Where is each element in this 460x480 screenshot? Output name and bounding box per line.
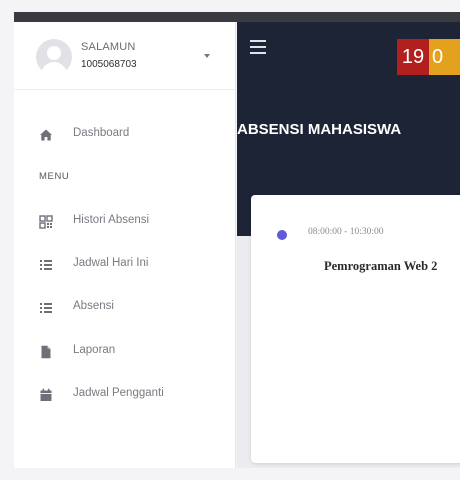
avatar[interactable] [36,39,72,75]
home-icon [40,129,52,141]
user-id: 1005068703 [81,59,137,70]
avatar-head-shape [47,46,61,60]
clock-display: 19 0 [397,39,460,75]
hamburger-icon[interactable] [250,40,266,54]
clock-minutes: 0 [429,39,460,75]
qr-grid-icon [39,215,53,229]
clock-hours: 19 [397,39,429,75]
list-icon [40,260,52,270]
sidebar-item-dashboard[interactable]: Dashboard [14,116,236,152]
sidebar-item-label: Jadwal Hari Ini [73,257,149,269]
timeline-dot [277,230,287,240]
sidebar-item-laporan[interactable]: Laporan [14,333,236,369]
window-top-strip [14,12,460,22]
calendar-icon [40,388,52,401]
chevron-down-icon[interactable] [204,54,210,58]
sidebar-item-jadwal-pengganti[interactable]: Jadwal Pengganti [14,376,236,412]
sidebar: SALAMUN 1005068703 Dashboard MENU Histor… [14,22,236,468]
file-icon [41,345,51,359]
app-frame: SALAMUN 1005068703 Dashboard MENU Histor… [0,0,460,480]
schedule-course[interactable]: Pemrograman Web 2 [324,259,437,274]
avatar-body-shape [41,62,67,75]
sidebar-item-label: Absensi [73,300,114,312]
sidebar-item-label: Dashboard [73,127,130,139]
menu-section-label: MENU [39,171,70,182]
sidebar-item-histori-absensi[interactable]: Histori Absensi [14,203,236,239]
page-title: ABSENSI MAHASISWA [237,121,402,138]
list-icon [40,303,52,313]
schedule-card: 08:00:00 - 10:30:00 Pemrograman Web 2 [251,195,460,463]
sidebar-item-jadwal-hari-ini[interactable]: Jadwal Hari Ini [14,246,236,282]
sidebar-item-label: Jadwal Pengganti [73,387,164,399]
schedule-time: 08:00:00 - 10:30:00 [308,227,384,237]
user-name: SALAMUN [81,41,136,53]
sidebar-item-absensi[interactable]: Absensi [14,289,236,325]
sidebar-item-label: Laporan [73,344,116,356]
top-navbar: 19 0 [237,22,460,76]
user-panel[interactable]: SALAMUN 1005068703 [14,22,236,90]
main-content: 19 0 ABSENSI MAHASISWA 08:00:00 - 10:30:… [237,22,460,468]
sidebar-item-label: Histori Absensi [73,214,150,226]
